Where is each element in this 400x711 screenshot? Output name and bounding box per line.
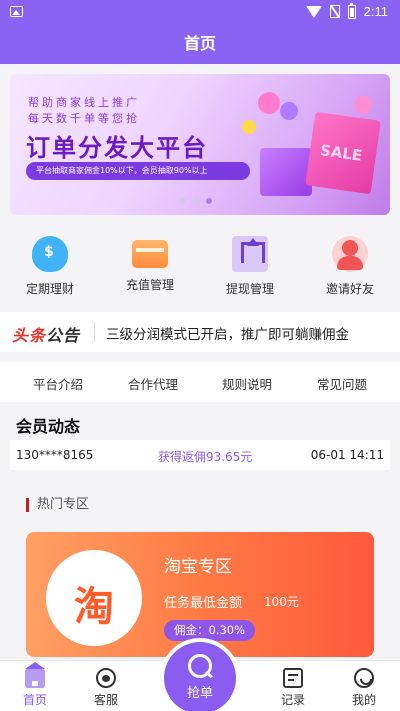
taobao-logo-icon: 淘 [46,550,142,646]
tab-label: 首页 [22,693,47,707]
battery-icon [347,2,356,19]
wifi-icon [305,5,322,18]
member-dynamics-title: 会员动态 [16,417,81,436]
tab-home[interactable]: 首页 [0,661,70,711]
carousel-dots[interactable] [180,198,212,204]
profile-icon [354,668,374,688]
dynamics-time: 06-01 14:11 [310,448,384,462]
divider [94,322,95,342]
withdraw-icon [232,236,268,272]
banner-headline: 订单分发大平台 [26,134,208,162]
menu-item-label: 定期理财 [25,282,74,296]
hot-zone-title: 热门专区 [26,498,89,512]
carousel-dot[interactable] [193,198,199,204]
zone-commission-badge: 佣金：0.30% [164,620,256,641]
link-agency[interactable]: 合作代理 [103,374,203,393]
customer-service-icon [96,668,116,688]
tab-service[interactable]: 客服 [71,661,141,711]
notice-brand-b: 公告 [46,326,81,345]
carousel-dot[interactable] [180,198,186,204]
friends-icon [332,236,368,272]
no-signal-icon [329,5,340,18]
balloon-icon [242,120,256,134]
records-icon [283,668,303,688]
dynamics-user: 130****8165 [16,448,94,462]
gallery-icon [10,6,23,17]
list-item: 130****8165 获得返佣93.65元 06-01 14:11 [10,440,390,470]
carousel-dot-active[interactable] [206,198,212,204]
tab-label: 记录 [280,693,305,707]
menu-item-invite[interactable]: 邀请好友 [300,236,400,297]
tab-label: 客服 [93,693,118,707]
card-icon [132,240,168,268]
banner-tagline-1: 帮助商家线上推广 [28,96,140,109]
menu-item-label: 邀请好友 [325,282,374,296]
promo-banner[interactable]: 帮助商家线上推广 每天数千单等您抢 订单分发大平台 平台抽取商家佣金10%以下，… [10,74,390,215]
banner-tagline-2: 每天数千单等您抢 [28,112,140,125]
zone-name: 淘宝专区 [164,557,232,577]
notice-text: 三级分润模式已开启，推广即可躺赚佣金 [106,327,349,343]
taobao-zone-card[interactable]: 淘 淘宝专区 任务最低金额 100元 佣金：0.30% [26,532,374,657]
grab-order-button[interactable]: 抢单 [164,642,236,711]
shopping-bag-icon [260,148,312,196]
grab-order-label: 抢单 [186,686,213,701]
home-icon [25,662,45,688]
menu-item-recharge[interactable]: 充值管理 [100,236,200,293]
tab-mine[interactable]: 我的 [329,661,399,711]
page-title: 首页 [0,24,400,64]
quick-menu: 定期理财 充值管理 提现管理 邀请好友 [0,236,400,300]
menu-item-finance[interactable]: 定期理财 [0,236,100,297]
balloon-icon [280,102,298,120]
notice-brand-a: 头条 [12,326,47,345]
search-icon [188,654,212,678]
menu-item-withdraw[interactable]: 提现管理 [200,236,300,297]
headline-notice[interactable]: 头条公告 三级分润模式已开启，推广即可躺赚佣金 [0,312,400,352]
zone-min-label: 任务最低金额 [164,596,243,611]
zone-min-amount: 100元 [264,595,299,609]
info-links: 平台介绍 合作代理 规则说明 常见问题 [0,362,400,402]
status-time: 2:11 [363,4,388,19]
dynamics-action: 获得返佣93.65元 [158,450,253,464]
link-rules[interactable]: 规则说明 [197,374,297,393]
taobao-logo-char: 淘 [74,584,114,630]
link-platform-intro[interactable]: 平台介绍 [8,374,108,393]
menu-item-label: 提现管理 [225,282,274,296]
tab-label: 我的 [351,693,376,707]
balloon-icon [354,96,372,114]
menu-item-label: 充值管理 [125,278,174,292]
piggy-bank-icon [32,236,68,272]
balloon-icon [258,92,280,114]
notice-brand: 头条公告 [12,322,80,346]
banner-commission-pill: 平台抽取商家佣金10%以下，会员抽取90%以上 [26,162,250,180]
tab-records[interactable]: 记录 [258,661,328,711]
status-bar: 2:11 [0,0,400,24]
link-faq[interactable]: 常见问题 [292,374,392,393]
